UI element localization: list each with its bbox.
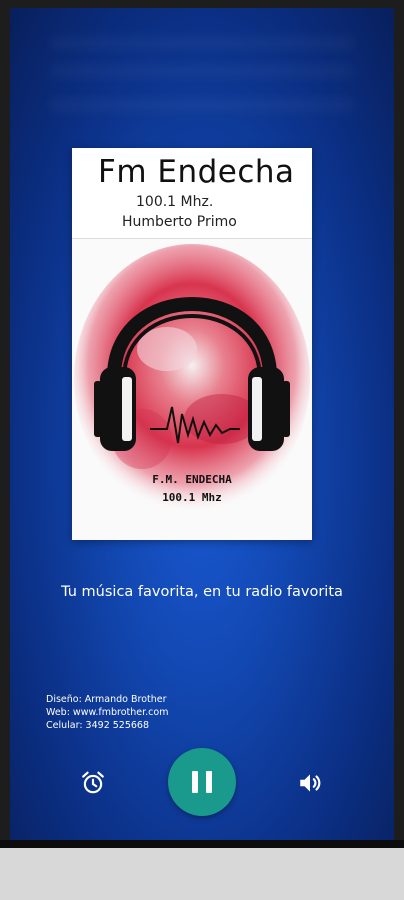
station-frequency: 100.1 Mhz. [136,194,214,210]
logo-header: Fm Endecha 100.1 Mhz. Humberto Primo [72,148,312,239]
slogan: Tu música favorita, en tu radio favorita [61,584,343,600]
volume-icon [300,774,321,792]
pause-icon [192,771,212,793]
headphones-artwork: F.M. ENDECHA 100.1 Mhz [72,239,312,540]
credits: Diseño: Armando Brother Web: www.fmbroth… [46,693,168,732]
art-station-name: F.M. ENDECHA [152,473,232,486]
system-divider [0,840,404,848]
credit-cell: Celular: 3492 525668 [46,720,150,731]
volume-button[interactable] [297,770,323,796]
background-texture [50,66,354,76]
credit-design: Diseño: Armando Brother [46,694,167,705]
headphones-icon: F.M. ENDECHA 100.1 Mhz [72,239,312,540]
alarm-clock-icon [82,771,104,794]
system-navigation-bar [0,848,404,900]
background-texture [50,38,354,48]
alarm-button[interactable] [80,770,106,796]
art-station-frequency: 100.1 Mhz [162,491,222,504]
station-logo: Fm Endecha 100.1 Mhz. Humberto Primo F.M… [72,148,312,540]
station-city: Humberto Primo [122,214,237,230]
station-title: Fm Endecha [98,154,295,190]
credit-web: Web: www.fmbrother.com [46,707,169,718]
play-pause-button[interactable] [168,748,236,816]
background-texture [50,100,354,110]
